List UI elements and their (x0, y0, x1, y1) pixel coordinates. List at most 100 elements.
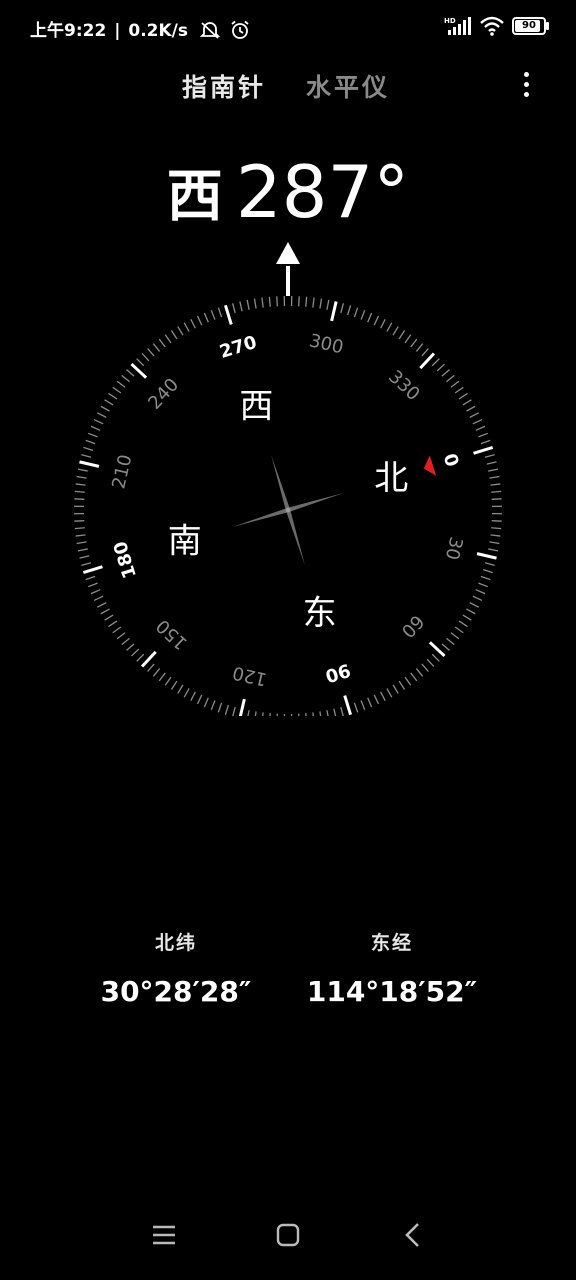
dial-minor-tick (491, 498, 502, 500)
dial-minor-tick (446, 637, 455, 646)
hd-label: HD (444, 17, 456, 25)
dial-minor-tick (298, 713, 300, 716)
dial-minor-tick (268, 296, 271, 307)
dial-minor-tick (340, 303, 345, 314)
dial-minor-tick (404, 676, 412, 686)
dial-minor-tick (112, 386, 122, 394)
dial-minor-tick (85, 575, 96, 581)
dial-minor-tick (104, 614, 114, 621)
home-icon[interactable] (276, 1223, 300, 1247)
dial-minor-tick (415, 668, 424, 677)
dial-minor-tick (478, 432, 489, 438)
dial-degree-label: 120 (231, 662, 269, 690)
dial-major-tick (476, 552, 497, 560)
dial-major-tick (82, 565, 103, 575)
dial-minor-tick (421, 663, 429, 672)
dial-minor-tick (458, 620, 468, 628)
dial-minor-tick (75, 483, 86, 486)
dial-minor-tick (158, 338, 166, 348)
dial-major-tick (330, 301, 338, 322)
tab-level[interactable]: 水平仪 (306, 68, 390, 104)
tab-compass[interactable]: 指南针 (182, 68, 266, 104)
dial-minor-tick (480, 439, 491, 445)
dial-minor-tick (97, 602, 107, 608)
dial-minor-tick (87, 432, 98, 438)
dial-minor-tick (312, 712, 314, 716)
dial-minor-tick (319, 711, 322, 716)
mode-tabs: 指南针 水平仪 (0, 68, 576, 108)
dial-minor-tick (217, 307, 223, 318)
dial-minor-tick (436, 363, 445, 372)
dial-minor-tick (367, 697, 373, 708)
dial-minor-tick (398, 680, 406, 690)
dial-minor-tick (190, 319, 196, 329)
dial-minor-tick (478, 582, 489, 588)
dial-minor-tick (298, 296, 300, 307)
dial-minor-tick (112, 626, 122, 634)
dial-minor-tick (83, 446, 94, 451)
dial-minor-tick (466, 405, 476, 412)
dial-minor-tick (90, 589, 101, 595)
dial-minor-tick (87, 582, 98, 588)
dial-minor-tick (450, 380, 460, 388)
dial-minor-tick (472, 595, 483, 602)
dial-minor-tick (76, 475, 87, 479)
dial-minor-tick (108, 392, 118, 400)
dial-minor-tick (231, 303, 236, 314)
dial-minor-tick (469, 602, 479, 608)
dial-minor-tick (74, 490, 85, 493)
dial-degree-label: 150 (152, 615, 191, 654)
dial-minor-tick (136, 358, 145, 367)
dial-minor-tick (488, 468, 499, 472)
crosshair-arm (287, 493, 344, 513)
dial-minor-tick (482, 569, 493, 574)
dial-minor-tick (152, 668, 161, 677)
cardinal-north: 北 (374, 458, 408, 498)
dial-minor-tick (74, 527, 85, 530)
dial-minor-tick (136, 653, 145, 662)
dial-minor-tick (484, 453, 495, 458)
dial-minor-tick (196, 694, 203, 705)
dial-minor-tick (131, 648, 140, 657)
longitude-value: 114°18′52″ (306, 975, 478, 1008)
dial-minor-tick (326, 299, 330, 310)
back-icon[interactable] (404, 1222, 420, 1248)
network-speed: 0.2K/s (128, 21, 188, 41)
dial-minor-tick (347, 305, 352, 316)
cardinal-west: 西 (239, 387, 273, 427)
dial-minor-tick (486, 461, 497, 465)
menu-icon[interactable] (152, 1224, 176, 1246)
dial-minor-tick (398, 330, 406, 340)
dial-minor-tick (183, 688, 190, 698)
crosshair-arm (271, 454, 291, 511)
dial-minor-tick (74, 498, 85, 500)
status-time: 上午9:22 (30, 21, 107, 41)
dial-minor-tick (276, 296, 278, 307)
dial-degree-label: 90 (323, 659, 353, 686)
dial-minor-tick (76, 541, 87, 545)
dial-minor-tick (100, 405, 110, 412)
dial-degree-label: 30 (441, 535, 467, 562)
dial-minor-tick (141, 353, 150, 362)
dial-minor-tick (210, 700, 216, 711)
navigation-bar (0, 1190, 576, 1280)
dial-minor-tick (373, 315, 380, 326)
dial-minor-tick (410, 672, 418, 682)
dial-minor-tick (81, 453, 92, 458)
latitude-value: 30°28′28″ (100, 975, 252, 1008)
dial-minor-tick (373, 694, 380, 705)
dial-minor-tick (404, 334, 412, 344)
dial-minor-tick (410, 338, 418, 348)
dial-minor-tick (450, 632, 460, 640)
status-bar: 上午9:22 | 0.2K/s HD 90 (0, 0, 576, 56)
dial-minor-tick (203, 697, 209, 708)
more-options-icon[interactable] (522, 72, 530, 102)
dial-minor-tick (104, 399, 114, 406)
latitude-block: 北纬 30°28′28″ (56, 928, 296, 1008)
crosshair-arm (232, 507, 289, 527)
dial-minor-tick (489, 475, 500, 479)
dial-minor-tick (247, 710, 250, 716)
dial-minor-tick (421, 348, 429, 357)
dial-minor-tick (367, 312, 373, 323)
dial-minor-tick (93, 595, 104, 602)
